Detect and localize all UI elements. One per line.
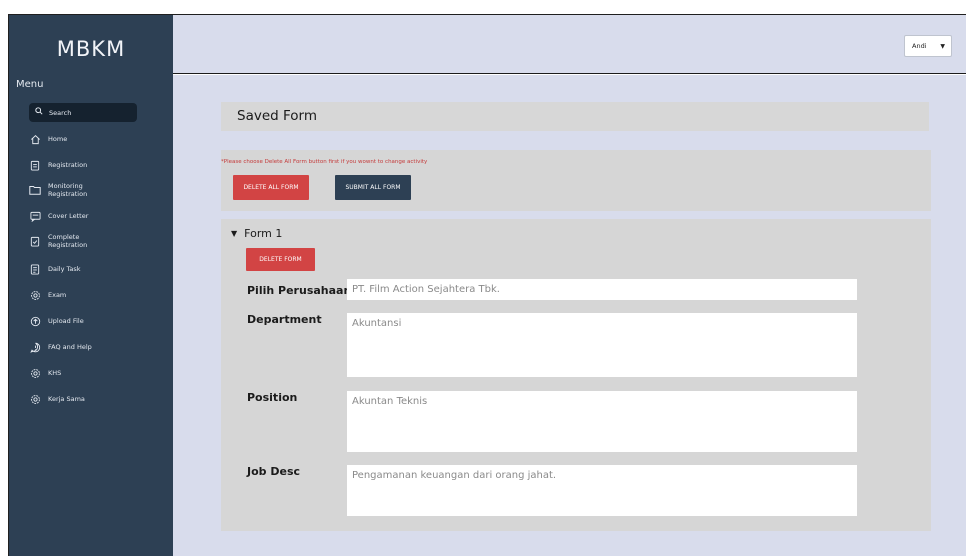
sidebar-item-kerja-sama[interactable]: Kerja Sama (29, 389, 85, 409)
form-panel: ▼ Form 1 DELETE FORM Pilih Perusahaan PT… (221, 219, 931, 531)
field-label-position: Position (247, 391, 298, 404)
task-icon (29, 263, 41, 275)
home-icon (29, 133, 41, 145)
clipboard-check-icon (29, 235, 41, 247)
submit-all-form-button[interactable]: SUBMIT ALL FORM (335, 175, 411, 200)
field-label-company: Pilih Perusahaan (247, 284, 352, 297)
sidebar-item-registration[interactable]: Registration (29, 155, 87, 175)
sidebar-item-home[interactable]: Home (29, 129, 67, 149)
sidebar-item-faq-help[interactable]: FAQ and Help (29, 337, 92, 357)
delete-form-button[interactable]: DELETE FORM (246, 248, 315, 271)
sidebar-item-label-line2: Registration (48, 190, 88, 198)
app-window: MBKM Menu Search Home Registration Monit… (8, 14, 966, 556)
menu-heading: Menu (16, 79, 44, 90)
field-label-job-desc: Job Desc (247, 465, 301, 478)
main-content: Saved Form *Please choose Delete All For… (173, 75, 966, 556)
delete-all-form-button[interactable]: DELETE ALL FORM (233, 175, 309, 200)
upload-icon (29, 315, 41, 327)
sidebar-item-label: Upload File (48, 317, 84, 325)
form-title: Form 1 (244, 227, 283, 240)
clipboard-icon (29, 159, 41, 171)
field-label-department: Department (247, 313, 322, 326)
sidebar-item-monitoring-registration[interactable]: Monitoring Registration (29, 180, 87, 200)
saved-form-header: Saved Form (221, 102, 929, 131)
sidebar-item-khs[interactable]: KHS (29, 363, 61, 383)
job-desc-textarea[interactable]: Pengamanan keuangan dari orang jahat. (347, 465, 857, 516)
caret-down-icon: ▼ (940, 43, 945, 50)
sidebar-item-label: Home (48, 135, 68, 143)
sidebar-item-label: Exam (48, 291, 67, 299)
position-textarea[interactable]: Akuntan Teknis (347, 391, 857, 452)
sidebar-item-label: Daily Task (48, 265, 81, 273)
sidebar-item-complete-registration[interactable]: Complete Registration (29, 231, 87, 251)
top-bar: Andi ▼ (173, 15, 966, 74)
sidebar-item-label: Complete (48, 233, 80, 241)
sidebar-item-daily-task[interactable]: Daily Task (29, 259, 81, 279)
search-icon (35, 107, 43, 118)
form-1-toggle[interactable]: ▼ Form 1 (231, 227, 282, 240)
sidebar-item-label: KHS (48, 369, 62, 377)
sidebar-item-cover-letter[interactable]: Cover Letter (29, 206, 88, 226)
sidebar: MBKM Menu Search Home Registration Monit… (9, 15, 173, 556)
help-icon (29, 341, 41, 353)
folder-icon (29, 184, 41, 196)
app-logo: MBKM (56, 37, 126, 61)
form-actions-panel: *Please choose Delete All Form button fi… (221, 150, 931, 211)
sidebar-item-exam[interactable]: Exam (29, 285, 66, 305)
search-placeholder: Search (49, 108, 72, 117)
warning-text: *Please choose Delete All Form button fi… (221, 159, 428, 165)
sidebar-item-label: Cover Letter (48, 212, 89, 220)
sidebar-item-label: Monitoring (48, 182, 83, 190)
triangle-down-icon: ▼ (231, 229, 238, 238)
company-input[interactable]: PT. Film Action Sejahtera Tbk. (347, 279, 857, 300)
search-input[interactable]: Search (29, 103, 137, 122)
user-name: Andi (912, 42, 927, 50)
page-title: Saved Form (237, 108, 318, 124)
sidebar-item-label-line2: Registration (48, 241, 88, 249)
sidebar-item-upload-file[interactable]: Upload File (29, 311, 84, 331)
message-icon (29, 210, 41, 222)
gear-icon (29, 289, 41, 301)
sidebar-item-label: Registration (48, 161, 88, 169)
gear-icon (29, 367, 41, 379)
gear-icon (29, 393, 41, 405)
department-textarea[interactable]: Akuntansi (347, 313, 857, 377)
sidebar-item-label: Kerja Sama (48, 395, 85, 403)
user-dropdown[interactable]: Andi ▼ (904, 35, 952, 57)
sidebar-item-label: FAQ and Help (48, 343, 92, 351)
